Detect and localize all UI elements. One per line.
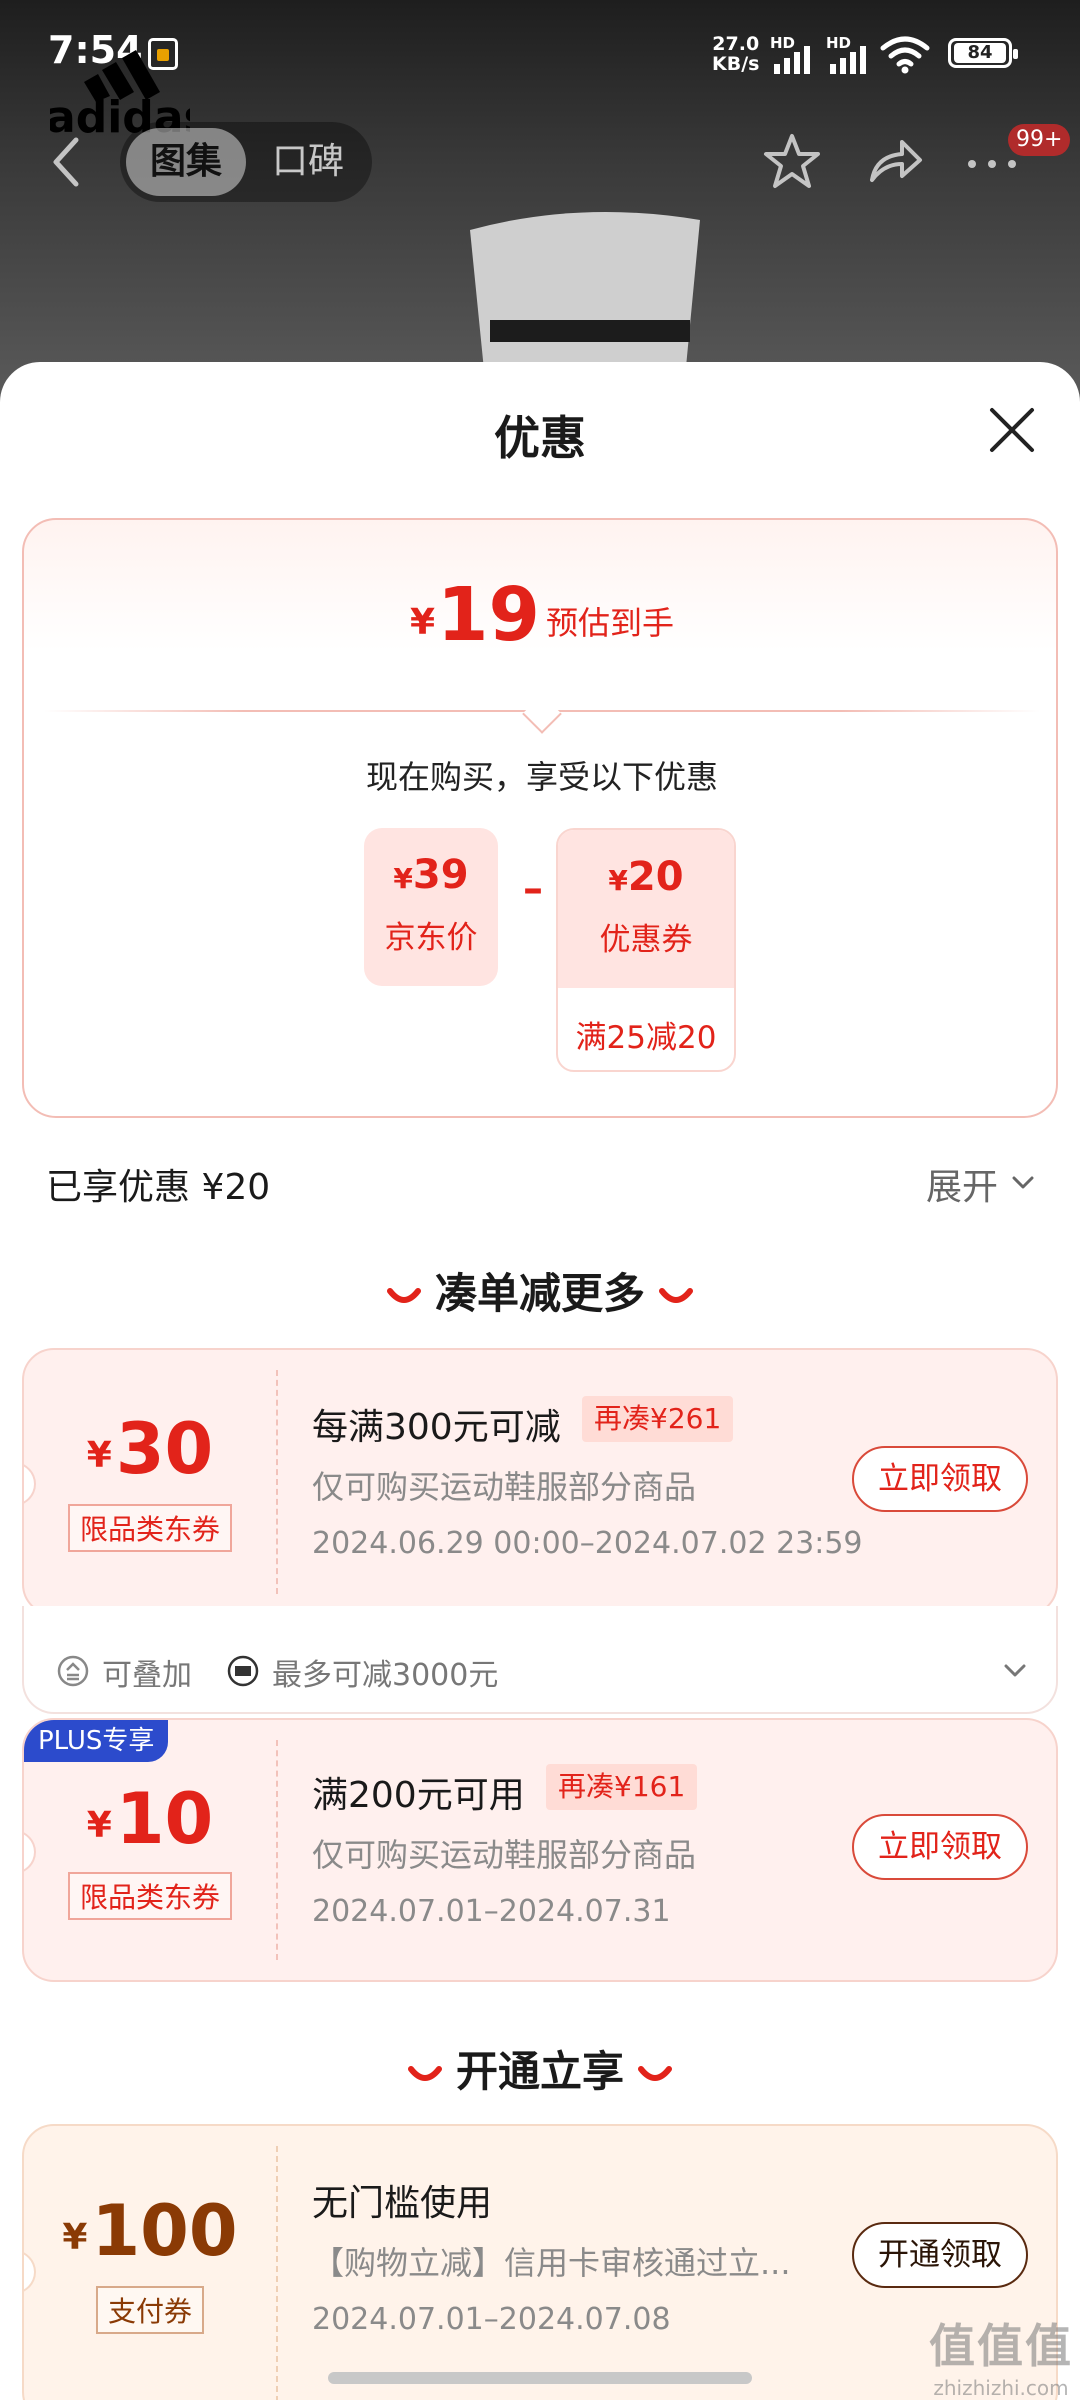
share-icon[interactable] <box>862 130 926 194</box>
applied-coupon-box: ¥20 优惠券 满25减20 <box>556 828 736 1072</box>
coupon-description: 【购物立减】信用卡审核通过立... <box>312 2244 791 2282</box>
signal-icon: HD <box>770 34 822 74</box>
network-speed: 27.0 KB/s <box>712 33 760 75</box>
gallery-review-toggle: 图集 口碑 <box>120 122 372 202</box>
section-title-activate: 开通立享 <box>0 2038 1080 2099</box>
close-icon[interactable] <box>984 402 1040 458</box>
max-discount-label: 最多可减3000元 <box>272 1658 499 1693</box>
jd-price-box: ¥39 京东价 <box>364 828 498 986</box>
buy-now-text: 现在购买，享受以下优惠 <box>365 758 718 796</box>
payment-coupon-card: ¥100 支付券 无门槛使用 【购物立减】信用卡审核通过立... 2024.07… <box>22 2124 1058 2400</box>
tab-gallery[interactable]: 图集 <box>126 128 246 196</box>
stackable-icon <box>57 1655 89 1687</box>
section-title-more-savings: 凑单减更多 <box>0 1260 1080 1321</box>
home-indicator[interactable] <box>328 2372 752 2384</box>
coupon-card: PLUS专享 ¥10 限品类东券 满200元可用 再凑¥161 仅可购买运动鞋服… <box>22 1718 1058 1982</box>
coupon-description: 仅可购买运动鞋服部分商品 <box>312 1468 697 1506</box>
smile-decor-icon <box>386 1287 421 1303</box>
claim-button[interactable]: 立即领取 <box>852 1814 1028 1880</box>
tab-reviews[interactable]: 口碑 <box>248 128 368 196</box>
minus-sign: – <box>523 866 543 912</box>
coupon-type: 支付券 <box>95 2286 205 2334</box>
coupon-tag: 再凑¥261 <box>582 1396 734 1442</box>
sheet-title: 优惠 <box>494 411 586 465</box>
smile-decor-icon <box>638 2065 672 2081</box>
expand-button[interactable]: 展开 <box>926 1158 998 1210</box>
max-discount-icon <box>227 1655 259 1687</box>
smile-decor-icon <box>659 1287 693 1303</box>
watermark: 值值值 zhizhizhi.com <box>929 2319 1073 2400</box>
price-summary-card: ¥19 预估到手 现在购买，享受以下优惠 ¥39 京东价 – ¥20 优惠券 满2… <box>22 518 1058 1118</box>
signal-icon-2: HD <box>826 34 878 74</box>
back-button[interactable] <box>44 130 88 194</box>
message-count-badge: 99+ <box>1008 124 1071 156</box>
coupon-title: 每满300元可减 <box>312 1407 561 1448</box>
activate-claim-button[interactable]: 开通领取 <box>852 2222 1028 2288</box>
estimated-price: ¥19 预估到手 <box>409 572 675 658</box>
battery-icon: 84 <box>948 38 1018 68</box>
coupon-description: 仅可购买运动鞋服部分商品 <box>312 1836 697 1874</box>
stackable-label: 可叠加 <box>102 1658 192 1693</box>
chevron-down-icon[interactable] <box>1002 1660 1028 1682</box>
coupon-title: 无门槛使用 <box>312 2183 493 2224</box>
coupon-type: 限品类东券 <box>67 1872 233 1920</box>
coupon-footer: 可叠加 最多可减3000元 <box>22 1606 1058 1714</box>
chevron-down-icon[interactable] <box>1010 1170 1036 1196</box>
smile-decor-icon <box>407 2065 442 2081</box>
discount-sheet: 优惠 ¥19 预估到手 现在购买，享受以下优惠 ¥39 京东价 – ¥20 优惠券… <box>0 362 1080 2400</box>
enjoyed-discount: 已享优惠 ¥20 <box>46 1167 271 1208</box>
coupon-type: 限品类东券 <box>67 1504 233 1552</box>
coupon-condition: 满25减20 <box>575 1020 717 1056</box>
coupon-date: 2024.07.01–2024.07.08 <box>312 2302 671 2337</box>
product-page-backdrop: 7:54 27.0 KB/s HD HD 84 adidas 图集 <box>0 0 1080 420</box>
coupon-card: ¥30 限品类东券 每满300元可减 再凑¥261 仅可购买运动鞋服部分商品 2… <box>22 1348 1058 1616</box>
wifi-icon <box>880 36 930 74</box>
star-icon[interactable] <box>760 130 824 194</box>
coupon-date: 2024.07.01–2024.07.31 <box>312 1894 671 1929</box>
coupon-title: 满200元可用 <box>312 1775 525 1816</box>
coupon-tag: 再凑¥161 <box>546 1764 698 1810</box>
coupon-date: 2024.06.29 00:00–2024.07.02 23:59 <box>312 1526 863 1561</box>
claim-button[interactable]: 立即领取 <box>852 1446 1028 1512</box>
divider-notch <box>522 694 562 734</box>
